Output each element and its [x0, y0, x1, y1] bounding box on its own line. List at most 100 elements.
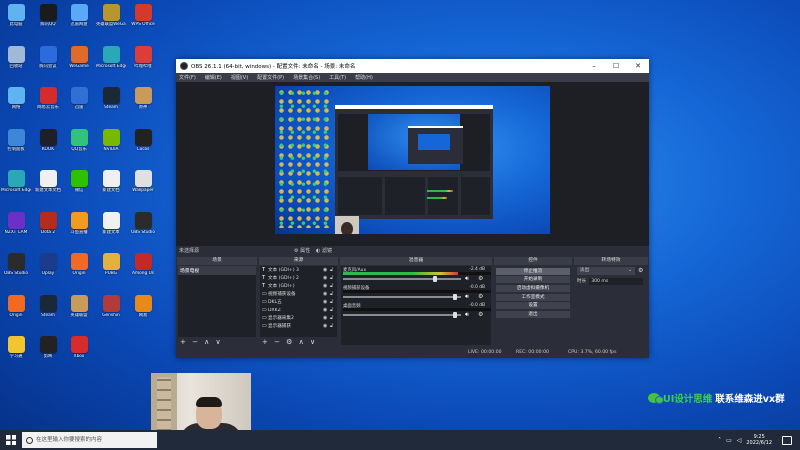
menu-file[interactable]: 文件(F) — [179, 74, 196, 81]
filters-button[interactable]: ◐ 滤镜 — [316, 247, 332, 254]
desktop-icon[interactable]: 英雄联盟WeGame版 — [96, 4, 126, 40]
desktop-icon[interactable]: 迅雷 — [64, 87, 94, 123]
volume-slider[interactable] — [343, 296, 461, 298]
scene-item[interactable]: 场景电视 — [178, 266, 256, 275]
chevron-up-icon[interactable]: ˄ — [718, 437, 721, 444]
desktop-icon[interactable]: 迅雷网盘 — [64, 4, 94, 40]
eye-icon[interactable]: ◉ — [323, 275, 330, 281]
source-item[interactable]: T 文本 (GDI+) 3 ◉ 🔓︎ — [260, 266, 337, 274]
desktop-icon[interactable]: WPS Office — [128, 4, 158, 40]
eye-icon[interactable]: ◉ — [323, 291, 330, 297]
source-item[interactable]: T 文本 (GDI+) 2 ◉ 🔓︎ — [260, 274, 337, 282]
sources-toolbar[interactable]: + − ⚙ ∧ ∨ — [262, 338, 317, 346]
desktop-icon[interactable]: QQ音乐 — [64, 128, 94, 165]
speaker-icon[interactable]: 🔊︎ — [465, 275, 469, 283]
desktop-icon[interactable]: Uplay — [33, 253, 63, 289]
menu-help[interactable]: 帮助(H) — [355, 74, 373, 81]
desktop-icon[interactable]: Among Us — [128, 253, 158, 289]
windows-start-icon[interactable] — [6, 435, 16, 445]
desktop-icon[interactable]: 网易云音乐 — [33, 87, 63, 123]
lock-icon[interactable]: 🔓︎ — [330, 291, 337, 297]
desktop-icon[interactable]: KOOK — [33, 128, 63, 165]
gear-icon[interactable]: ⚙ — [478, 311, 483, 318]
studio-mode-button[interactable]: 工作室模式 — [496, 293, 570, 301]
desktop-icon[interactable]: 回收站 — [1, 45, 31, 82]
gear-icon[interactable]: ⚙ — [638, 267, 643, 274]
source-item[interactable]: ▭ 显示器采集2 ◉ 🔓︎ — [260, 314, 337, 322]
desktop-icon[interactable]: 学习通 — [1, 336, 31, 372]
menu-scene-collection[interactable]: 场景集合(S) — [293, 74, 320, 81]
gear-icon[interactable]: ⚙ — [478, 275, 483, 282]
desktop-icon[interactable]: Dota 2 — [33, 211, 63, 248]
desktop-icon[interactable]: Steam — [96, 87, 126, 123]
duration-input[interactable]: 300 ms — [589, 278, 644, 285]
desktop-icon[interactable]: Microsoft Edge — [1, 170, 31, 206]
source-item[interactable]: ▭ 显示器捕获 ◉ 🔓︎ — [260, 322, 337, 330]
start-recording-button[interactable]: 开始录制 — [496, 276, 570, 284]
scenes-toolbar[interactable]: + − ∧ ∨ — [180, 338, 223, 346]
desktop-icon[interactable]: 哔哩哔哩 — [128, 45, 158, 82]
volume-slider-knob[interactable] — [453, 312, 457, 318]
desktop-icon[interactable]: 网易 — [128, 294, 158, 331]
eye-icon[interactable]: ◉ — [323, 299, 330, 305]
menu-view[interactable]: 视图(V) — [231, 74, 248, 81]
desktop-icon[interactable]: 新建文档 — [96, 170, 126, 206]
stop-stream-button[interactable]: 停止推流 — [496, 267, 570, 275]
source-item[interactable]: ▭ 视频捕获设备 ◉ 🔓︎ — [260, 290, 337, 298]
desktop-icon[interactable]: OBS Studio — [1, 253, 31, 289]
desktop-icon[interactable]: PUBG — [96, 253, 126, 289]
desktop-icon[interactable]: Origin — [1, 294, 31, 331]
settings-button[interactable]: 设置 — [496, 302, 570, 310]
desktop-icon[interactable]: 微信 — [64, 170, 94, 206]
source-item[interactable]: ▭ DXKZ ◉ 🔓︎ — [260, 306, 337, 314]
desktop-icon[interactable]: 斗鱼直播 — [64, 211, 94, 248]
desktop-icon[interactable]: OBS Studio — [128, 211, 158, 248]
volume-slider-knob[interactable] — [453, 294, 457, 300]
eye-icon[interactable]: ◉ — [323, 315, 330, 321]
scene-list[interactable]: 场景电视 — [178, 266, 256, 337]
eye-icon[interactable]: ◉ — [323, 267, 330, 273]
lock-icon[interactable]: 🔓︎ — [330, 315, 337, 321]
source-item[interactable]: T 文本 (GDI+) ◉ 🔓︎ — [260, 282, 337, 290]
eye-icon[interactable]: ◉ — [323, 307, 330, 313]
minimize-button[interactable]: – — [583, 59, 605, 73]
desktop-icon[interactable]: 控制面板 — [1, 128, 31, 165]
desktop-icon[interactable]: 此电脑 — [1, 4, 31, 40]
obs-window[interactable]: OBS 26.1.1 (64-bit, windows) - 配置文件: 未命名… — [176, 59, 649, 358]
desktop-icon[interactable]: Xbox — [64, 336, 94, 372]
gear-icon[interactable]: ⚙ — [478, 293, 483, 300]
desktop-icon[interactable]: Wallpaper — [128, 170, 158, 206]
desktop-icon[interactable]: NVIDIA — [96, 128, 126, 165]
lock-icon[interactable]: 🔓︎ — [330, 307, 337, 313]
speaker-icon[interactable]: 🔊︎ — [465, 311, 469, 319]
volume-slider[interactable] — [343, 314, 461, 316]
desktop-icon[interactable]: 网络 — [1, 87, 31, 123]
desktop-icon[interactable]: 英雄联盟 — [64, 294, 94, 331]
speaker-icon[interactable]: 🔊︎ — [465, 293, 469, 301]
transition-select[interactable]: 淡出 ⌄ — [577, 267, 635, 275]
volume-icon[interactable]: ◁ — [737, 437, 742, 444]
lock-icon[interactable]: 🔓︎ — [330, 283, 337, 289]
desktop-icon[interactable]: 腾讯QQ — [33, 4, 63, 40]
desktop-icon[interactable]: NZXT CAM — [1, 211, 31, 248]
volume-slider[interactable] — [343, 278, 461, 280]
desktop-icon[interactable]: Cocos — [128, 128, 158, 165]
obs-preview[interactable] — [176, 82, 649, 246]
notification-icon[interactable] — [782, 435, 792, 445]
desktop-icon[interactable]: Steam — [33, 294, 63, 331]
desktop-icon[interactable]: WeGame — [64, 45, 94, 82]
menu-tools[interactable]: 工具(T) — [329, 74, 346, 81]
desktop-icon[interactable]: Microsoft Edge — [96, 45, 126, 82]
lock-icon[interactable]: 🔓︎ — [330, 323, 337, 329]
desktop-icon[interactable]: 新建文本 — [96, 211, 126, 248]
clock[interactable]: 9:25 2022/6/12 — [746, 434, 772, 446]
desktop-icon[interactable]: 剪映 — [33, 336, 63, 372]
eye-icon[interactable]: ◉ — [323, 323, 330, 329]
obs-titlebar[interactable]: OBS 26.1.1 (64-bit, windows) - 配置文件: 未命名… — [176, 59, 649, 73]
properties-button[interactable]: ⚙ 属性 — [294, 247, 310, 254]
exit-button[interactable]: 退出 — [496, 310, 570, 319]
lock-icon[interactable]: 🔓︎ — [330, 267, 337, 273]
maximize-button[interactable]: ☐ — [605, 59, 627, 73]
volume-slider-knob[interactable] — [433, 276, 437, 282]
source-item[interactable]: ▭ DKL五 ◉ 🔓︎ — [260, 298, 337, 306]
